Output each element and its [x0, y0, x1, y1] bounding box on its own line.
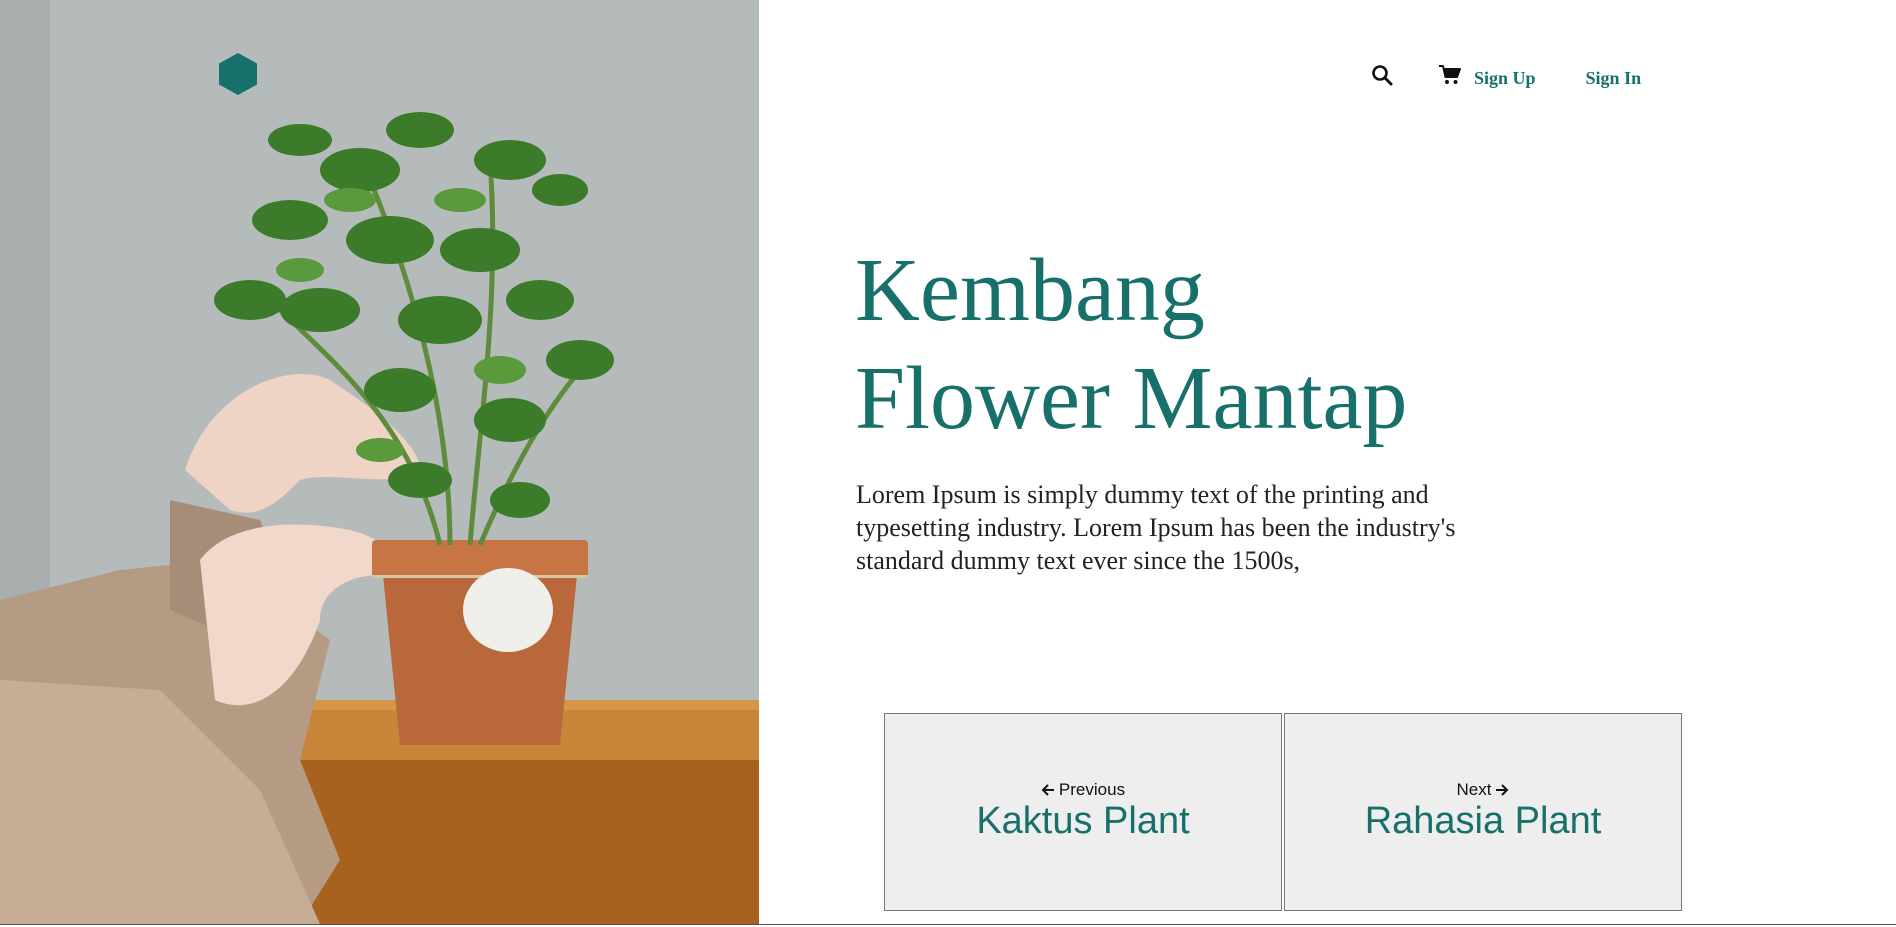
logo-hexagon[interactable] [216, 52, 260, 96]
next-plant-title: Rahasia Plant [1364, 800, 1602, 842]
search-icon[interactable] [1370, 63, 1394, 87]
previous-label-row: Previous [885, 780, 1281, 800]
sign-in-link[interactable]: Sign In [1586, 68, 1642, 89]
page: Sign Up Sign In Kembang Flower Mantap Lo… [0, 0, 1896, 927]
hero-title-line-2: Flower Mantap [855, 349, 1408, 448]
next-label-row: Next [1285, 780, 1681, 800]
cart-icon[interactable] [1438, 63, 1462, 87]
bottom-divider [0, 924, 1896, 925]
hero-title: Kembang Flower Mantap [855, 237, 1407, 453]
top-nav: Sign Up Sign In [1370, 60, 1641, 90]
next-label: Next [1456, 780, 1492, 799]
next-plant-button[interactable]: Next Rahasia Plant [1284, 713, 1682, 911]
arrow-left-icon [1041, 783, 1055, 797]
hero-description: Lorem Ipsum is simply dummy text of the … [856, 480, 1456, 575]
previous-plant-title: Kaktus Plant [976, 800, 1190, 842]
previous-plant-button[interactable]: Previous Kaktus Plant [884, 713, 1282, 911]
previous-label: Previous [1058, 780, 1126, 799]
hero-photo [0, 0, 759, 924]
hero-title-line-1: Kembang [855, 241, 1205, 340]
sign-up-link[interactable]: Sign Up [1474, 68, 1536, 89]
arrow-right-icon [1495, 783, 1509, 797]
